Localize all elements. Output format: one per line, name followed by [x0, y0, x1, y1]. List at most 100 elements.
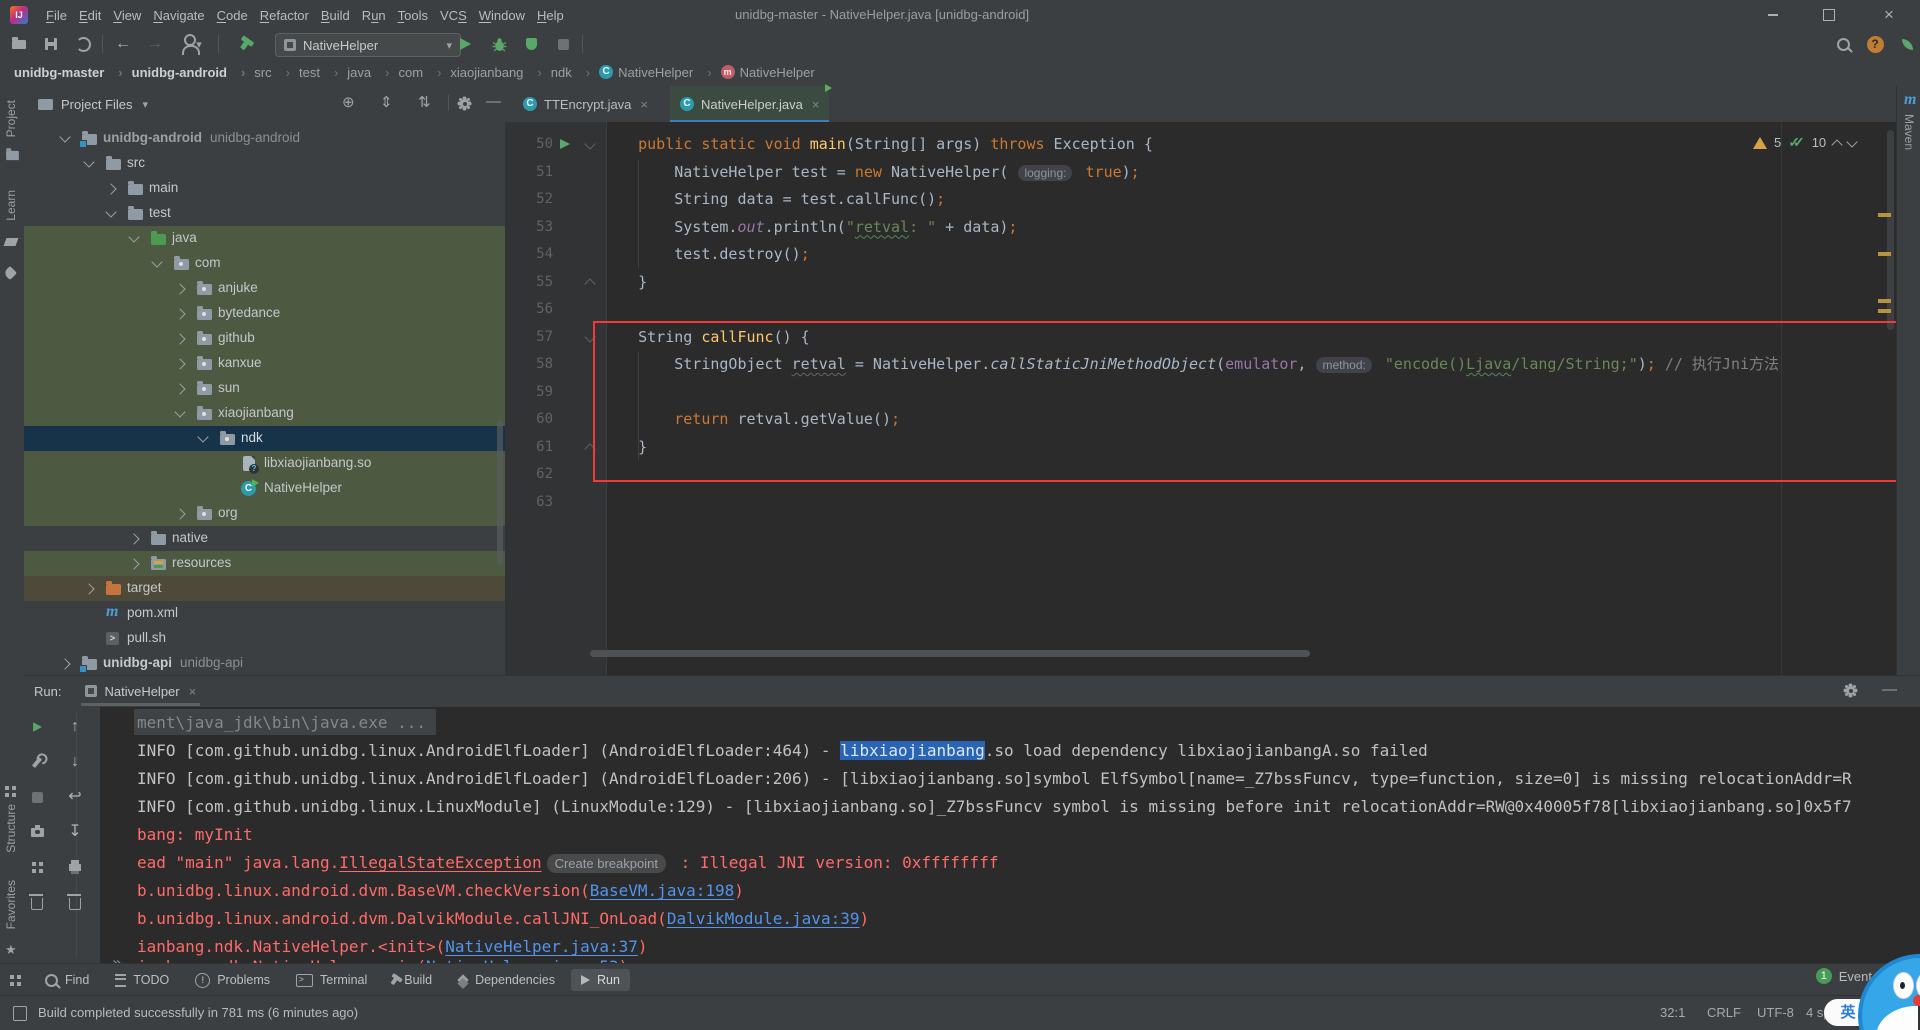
- debug-button[interactable]: [486, 30, 512, 58]
- tree-scrollbar[interactable]: [497, 420, 503, 565]
- run-with-coverage-button[interactable]: [518, 30, 544, 58]
- run-button[interactable]: [452, 30, 478, 58]
- error-stripe-mark[interactable]: [1878, 213, 1891, 217]
- breadcrumb-item[interactable]: test: [297, 65, 345, 80]
- run-tab-nativehelper[interactable]: NativeHelper ×: [77, 676, 204, 706]
- tree-item-native[interactable]: native: [24, 526, 505, 551]
- prev-problem-icon[interactable]: [1831, 138, 1843, 151]
- tab-nativehelper-java[interactable]: C NativeHelper.java ×: [670, 86, 830, 123]
- tool-stripe-favorites[interactable]: Favorites: [4, 880, 18, 929]
- breadcrumb-item[interactable]: src: [252, 65, 297, 80]
- menu-code[interactable]: Code: [211, 8, 254, 23]
- tree-item-nativehelper-class[interactable]: C NativeHelper: [24, 476, 505, 501]
- run-console[interactable]: ment\java_jdk\bin\java.exe ... INFO [com…: [100, 707, 1920, 964]
- menu-build[interactable]: Build: [315, 8, 356, 23]
- tree-item-pull-sh[interactable]: > pull.sh: [24, 626, 505, 651]
- event-log-button[interactable]: 1 Event: [1815, 968, 1872, 984]
- breadcrumb-item[interactable]: com: [397, 65, 449, 80]
- tree-item-libxiaojianbang-so[interactable]: libxiaojianbang.so: [24, 451, 505, 476]
- breadcrumb-item[interactable]: java: [345, 65, 396, 80]
- tree-item-github[interactable]: github: [24, 326, 505, 351]
- close-icon[interactable]: ×: [812, 97, 820, 112]
- menu-help[interactable]: Help: [531, 8, 570, 23]
- toolbar-terminal[interactable]: > Terminal: [286, 969, 377, 991]
- expand-all-button[interactable]: ⇕: [380, 95, 393, 110]
- hide-panel-button[interactable]: —: [486, 94, 501, 109]
- scroll-to-end-button[interactable]: ↧: [64, 821, 86, 843]
- tree-item-anjuke[interactable]: anjuke: [24, 276, 505, 301]
- run-configuration-select[interactable]: NativeHelper ▾: [275, 33, 461, 57]
- close-button[interactable]: ×: [1872, 0, 1906, 30]
- tree-item-java[interactable]: java: [24, 226, 505, 251]
- search-everywhere-button[interactable]: [1830, 30, 1856, 58]
- locate-file-button[interactable]: ⊕: [342, 95, 355, 110]
- menu-window[interactable]: Window: [473, 8, 531, 23]
- error-stripe-mark[interactable]: [1878, 299, 1891, 303]
- collapse-all-button[interactable]: ⇅: [418, 95, 431, 110]
- close-icon[interactable]: ×: [189, 684, 197, 699]
- tree-item-main[interactable]: main: [24, 176, 505, 201]
- build-project-button[interactable]: [232, 30, 258, 58]
- menu-edit[interactable]: Edit: [73, 8, 107, 23]
- tree-item-kanxue[interactable]: kanxue: [24, 351, 505, 376]
- breadcrumb-item[interactable]: xiaojianbang: [448, 65, 548, 80]
- menu-view[interactable]: View: [107, 8, 147, 23]
- menu-refactor[interactable]: Refactor: [254, 8, 315, 23]
- toolbar-run[interactable]: Run: [570, 969, 630, 991]
- down-stack-trace-button[interactable]: ↓: [64, 751, 86, 773]
- menu-run[interactable]: Run: [356, 8, 392, 23]
- tree-item-sun[interactable]: sun: [24, 376, 505, 401]
- line-ending-indicator[interactable]: CRLF: [1707, 1005, 1741, 1020]
- minimize-button[interactable]: [1756, 0, 1790, 30]
- tree-item-bytedance[interactable]: bytedance: [24, 301, 505, 326]
- error-stripe-mark[interactable]: [1878, 252, 1891, 256]
- tree-item-test[interactable]: test: [24, 201, 505, 226]
- rerun-button[interactable]: [26, 716, 48, 738]
- editor-hscrollbar[interactable]: [590, 650, 1310, 657]
- ide-features-trainer-button[interactable]: [1894, 30, 1920, 58]
- run-gutter-icon[interactable]: [560, 139, 570, 149]
- edit-configuration-button[interactable]: [26, 751, 48, 773]
- breadcrumb-item[interactable]: unidbg-android: [130, 65, 253, 80]
- sync-button[interactable]: [70, 30, 96, 58]
- toolbar-todo[interactable]: TODO: [105, 969, 179, 991]
- toolbar-problems[interactable]: ! Problems: [185, 969, 280, 992]
- clear-console-button[interactable]: [64, 891, 86, 913]
- profile-button[interactable]: ▾: [180, 30, 206, 58]
- encoding-indicator[interactable]: UTF-8: [1757, 1005, 1794, 1020]
- tree-item-xiaojianbang[interactable]: xiaojianbang: [24, 401, 505, 426]
- code-editor[interactable]: 50 public static void main(String[] args…: [505, 122, 1896, 675]
- fold-icon[interactable]: [584, 138, 596, 150]
- help-button[interactable]: ?: [1862, 30, 1888, 58]
- project-view-select[interactable]: Project Files: [61, 97, 133, 112]
- tab-ttencrypt-java[interactable]: C TTEncrypt.java ×: [513, 86, 658, 122]
- tool-stripe-learn[interactable]: Learn: [4, 190, 18, 221]
- tree-item-com[interactable]: com: [24, 251, 505, 276]
- tree-item-pom-xml[interactable]: m pom.xml: [24, 601, 505, 626]
- tree-item-target[interactable]: target: [24, 576, 505, 601]
- hide-panel-button[interactable]: —: [1882, 682, 1897, 697]
- toolbar-find[interactable]: Find: [35, 969, 99, 991]
- maximize-button[interactable]: [1812, 0, 1846, 30]
- tree-item-unidbg-api[interactable]: unidbg-api unidbg-api: [24, 651, 505, 675]
- close-icon[interactable]: ×: [640, 97, 648, 112]
- breadcrumb-item[interactable]: unidbg-master: [12, 65, 130, 80]
- open-folder-button[interactable]: [6, 30, 32, 58]
- tree-item-resources[interactable]: resources: [24, 551, 505, 576]
- menu-vcs[interactable]: VCS: [434, 8, 473, 23]
- menu-navigate[interactable]: Navigate: [147, 8, 210, 23]
- tool-stripe-project[interactable]: Project: [4, 100, 18, 137]
- toolbar-build[interactable]: Build: [383, 969, 442, 991]
- up-stack-trace-button[interactable]: ↑: [64, 716, 86, 738]
- save-all-button[interactable]: [38, 30, 64, 58]
- breadcrumb-item[interactable]: ndk: [549, 65, 597, 80]
- breadcrumb-item-class[interactable]: C NativeHelper: [597, 65, 719, 80]
- tree-item-org[interactable]: org: [24, 501, 505, 526]
- dump-threads-button[interactable]: [26, 821, 48, 843]
- tool-windows-grid-icon[interactable]: [10, 974, 21, 986]
- error-stripe-mark[interactable]: [1878, 309, 1891, 313]
- print-button[interactable]: [64, 856, 86, 878]
- stop-process-button[interactable]: [26, 786, 48, 808]
- forward-button[interactable]: →: [142, 30, 168, 58]
- gear-icon[interactable]: [1846, 686, 1855, 695]
